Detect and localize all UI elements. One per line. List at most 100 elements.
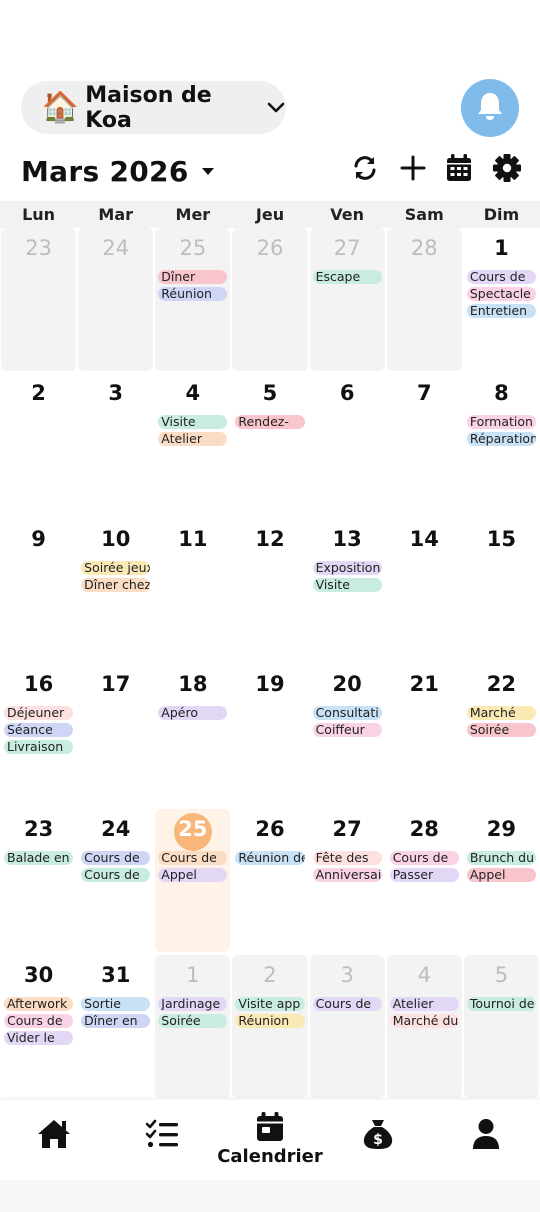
refresh-button[interactable] (347, 152, 383, 188)
day-cell[interactable]: 25 Dîner Réunion (155, 228, 231, 371)
day-cell-today[interactable]: 25 Cours de Appel (155, 809, 231, 953)
day-cell[interactable]: 6 (309, 373, 385, 517)
event-chip[interactable]: Rendez- (235, 415, 305, 430)
event-chip[interactable]: Exposition (312, 560, 382, 575)
event-chip[interactable]: Réunion (235, 1013, 305, 1028)
day-cell[interactable]: 5 Tournoi de (463, 954, 539, 1098)
day-cell[interactable]: 28 Cours de Passer (386, 809, 462, 953)
day-cell[interactable]: 8 Formation Réparation (463, 373, 539, 517)
event-chip[interactable]: Cours de (81, 868, 151, 883)
event-chip[interactable]: Atelier (389, 996, 459, 1011)
day-cell[interactable]: 23 (1, 228, 77, 371)
day-cell[interactable]: 26 Réunion de (232, 809, 308, 953)
notifications-button[interactable] (461, 79, 519, 137)
event-chip[interactable]: Cours de (466, 270, 536, 284)
event-chip[interactable]: Marché du (389, 1013, 459, 1028)
day-cell[interactable]: 23 Balade en (1, 809, 77, 953)
tab-tasks[interactable] (108, 1100, 216, 1180)
day-cell[interactable]: 7 (386, 373, 462, 517)
day-cell[interactable]: 26 (232, 228, 308, 371)
calendar-view-button[interactable] (441, 152, 477, 188)
day-cell[interactable]: 16 Déjeuner Séance Livraison (1, 663, 77, 807)
event-chip[interactable]: Afterwork (4, 996, 74, 1011)
day-cell[interactable]: 12 (232, 518, 308, 662)
event-chip[interactable]: Dîner chez (81, 577, 151, 592)
day-cell[interactable]: 13 Exposition Visite (309, 518, 385, 662)
event-chip[interactable]: Anniversai (312, 868, 382, 883)
day-cell[interactable]: 17 (78, 663, 154, 807)
event-chip[interactable]: Réunion (158, 287, 228, 301)
day-cell[interactable]: 28 (386, 228, 462, 371)
day-cell[interactable]: 22 Marché Soirée (463, 663, 539, 807)
event-chip[interactable]: Apéro (158, 705, 228, 720)
event-chip[interactable]: Visite app (235, 996, 305, 1011)
event-chip[interactable]: Formation (466, 415, 536, 430)
day-cell[interactable]: 29 Brunch du Appel (463, 809, 539, 953)
day-cell[interactable]: 27 Escape (309, 228, 385, 371)
day-cell[interactable]: 10 Soirée jeux Dîner chez (78, 518, 154, 662)
day-cell[interactable]: 5 Rendez- (232, 373, 308, 517)
day-cell[interactable]: 2 Visite app Réunion (232, 954, 308, 1098)
event-chip[interactable]: Déjeuner (4, 705, 74, 720)
day-cell[interactable]: 14 (386, 518, 462, 662)
event-chip[interactable]: Entretien (466, 304, 536, 318)
event-chip[interactable]: Dîner (158, 270, 228, 284)
day-cell[interactable]: 9 (1, 518, 77, 662)
event-chip[interactable]: Vider le (4, 1030, 74, 1045)
event-chip[interactable]: Réunion de (235, 851, 305, 866)
day-cell[interactable]: 1 Cours de Spectacle Entretien (463, 228, 539, 371)
tab-calendar[interactable]: Calendrier (216, 1100, 324, 1180)
day-cell[interactable]: 30 Afterwork Cours de Vider le (1, 954, 77, 1098)
day-cell[interactable]: 21 (386, 663, 462, 807)
day-cell[interactable]: 24 Cours de Cours de (78, 809, 154, 953)
event-chip[interactable]: Livraison (4, 739, 74, 754)
day-cell[interactable]: 31 Sortie Dîner en (78, 954, 154, 1098)
event-chip[interactable]: Cours de (389, 851, 459, 866)
event-chip[interactable]: Passer (389, 868, 459, 883)
event-chip[interactable]: Dîner en (81, 1013, 151, 1028)
event-chip[interactable]: Cours de (4, 1013, 74, 1028)
event-chip[interactable]: Jardinage (158, 996, 228, 1011)
day-cell[interactable]: 4 Visite Atelier (155, 373, 231, 517)
day-cell[interactable]: 27 Fête des Anniversai (309, 809, 385, 953)
add-event-button[interactable] (395, 152, 431, 188)
event-chip[interactable]: Sortie (81, 996, 151, 1011)
event-chip[interactable]: Atelier (158, 432, 228, 447)
tab-budget[interactable]: $ (324, 1100, 432, 1180)
day-cell[interactable]: 24 (78, 228, 154, 371)
day-cell[interactable]: 3 (78, 373, 154, 517)
day-cell[interactable]: 15 (463, 518, 539, 662)
day-cell[interactable]: 18 Apéro (155, 663, 231, 807)
event-chip[interactable]: Appel (466, 868, 536, 883)
event-chip[interactable]: Escape (312, 270, 382, 284)
tab-home[interactable] (0, 1100, 108, 1180)
settings-button[interactable] (489, 152, 525, 188)
event-chip[interactable]: Brunch du (466, 851, 536, 866)
event-chip[interactable]: Soirée (466, 722, 536, 737)
event-chip[interactable]: Réparation (466, 432, 536, 447)
event-chip[interactable]: Consultati (312, 705, 382, 720)
event-chip[interactable]: Visite (312, 577, 382, 592)
event-chip[interactable]: Cours de (158, 851, 228, 866)
day-cell[interactable]: 4 Atelier Marché du (386, 954, 462, 1098)
event-chip[interactable]: Fête des (312, 851, 382, 866)
event-chip[interactable]: Marché (466, 705, 536, 720)
day-cell[interactable]: 11 (155, 518, 231, 662)
event-chip[interactable]: Tournoi de (466, 996, 536, 1011)
event-chip[interactable]: Balade en (4, 851, 74, 866)
event-chip[interactable]: Coiffeur (312, 722, 382, 737)
event-chip[interactable]: Soirée jeux (81, 560, 151, 575)
month-selector[interactable]: Mars 2026 (21, 151, 215, 191)
event-chip[interactable]: Visite (158, 415, 228, 430)
event-chip[interactable]: Spectacle (466, 287, 536, 301)
event-chip[interactable]: Cours de (312, 996, 382, 1011)
event-chip[interactable]: Soirée (158, 1013, 228, 1028)
event-chip[interactable]: Appel (158, 868, 228, 883)
event-chip[interactable]: Séance (4, 722, 74, 737)
day-cell[interactable]: 2 (1, 373, 77, 517)
event-chip[interactable]: Cours de (81, 851, 151, 866)
day-cell[interactable]: 20 Consultati Coiffeur (309, 663, 385, 807)
day-cell[interactable]: 3 Cours de (309, 954, 385, 1098)
tab-profile[interactable] (432, 1100, 540, 1180)
day-cell[interactable]: 1 Jardinage Soirée (155, 954, 231, 1098)
